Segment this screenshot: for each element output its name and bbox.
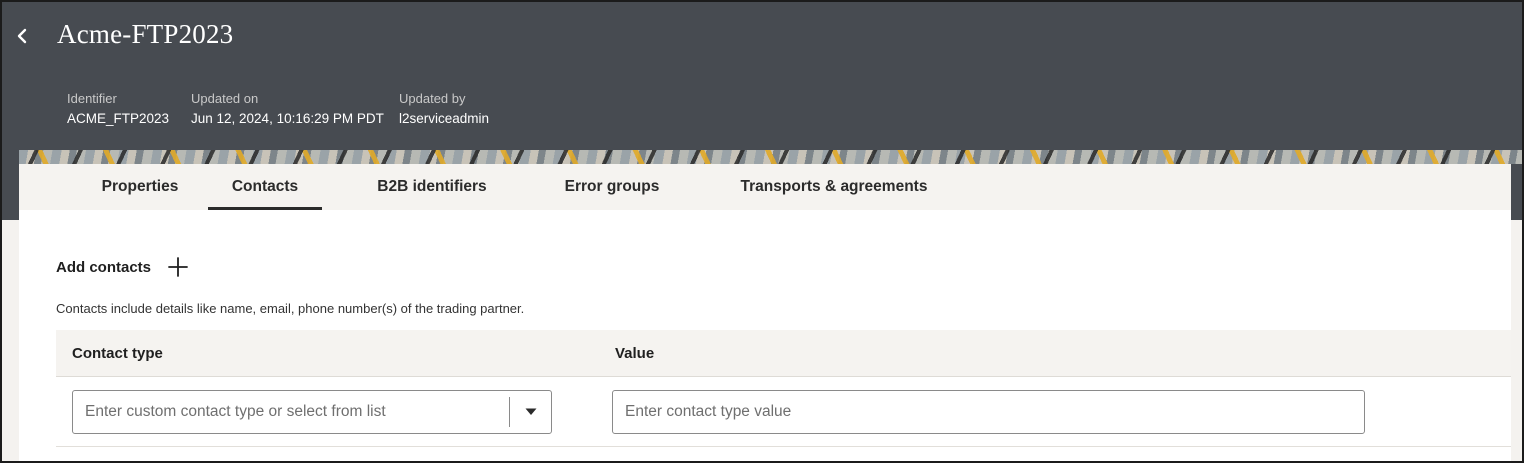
back-button[interactable] (12, 24, 32, 48)
meta-label: Identifier (67, 91, 117, 106)
chevron-left-icon (17, 28, 27, 44)
tab-properties[interactable]: Properties (73, 164, 207, 210)
contact-type-combobox[interactable] (72, 390, 552, 434)
tab-b2b-identifiers[interactable]: B2B identifiers (360, 164, 504, 210)
decorative-banner (19, 150, 1522, 164)
contact-value-field[interactable] (612, 390, 1365, 434)
contacts-helper-text: Contacts include details like name, emai… (56, 301, 525, 316)
page-title: Acme-FTP2023 (57, 19, 234, 49)
add-contacts-label: Add contacts (56, 258, 152, 276)
contact-type-input[interactable] (73, 391, 508, 433)
tab-contacts[interactable]: Contacts (208, 164, 322, 210)
contact-value-input[interactable] (613, 391, 1364, 433)
contact-type-dropdown-button[interactable] (510, 391, 552, 433)
meta-value: Jun 12, 2024, 10:16:29 PM PDT (191, 111, 384, 126)
meta-updated-by: Updated by l2serviceadmin (399, 91, 489, 127)
meta-label: Updated by (399, 91, 466, 106)
tab-error-groups[interactable]: Error groups (545, 164, 679, 210)
contacts-table: Contact type Value (56, 330, 1511, 461)
column-header-contact-type: Contact type (72, 345, 163, 362)
column-header-value: Value (615, 345, 655, 362)
meta-value: ACME_FTP2023 (67, 111, 170, 126)
caret-down-icon (525, 408, 537, 415)
meta-value: l2serviceadmin (399, 111, 490, 126)
tab-transports-agreements[interactable]: Transports & agreements (719, 164, 949, 210)
background-strip (2, 220, 19, 461)
meta-updated-on: Updated on Jun 12, 2024, 10:16:29 PM PDT (191, 91, 384, 127)
meta-identifier: Identifier ACME_FTP2023 (67, 91, 169, 127)
plus-icon (168, 257, 188, 277)
table-row (56, 377, 1511, 447)
app-frame: Acme-FTP2023 Identifier ACME_FTP2023 Upd… (0, 0, 1524, 463)
add-contact-button[interactable] (165, 254, 191, 280)
content-panel: Properties Contacts B2B identifiers Erro… (19, 164, 1511, 461)
add-contacts-row: Add contacts (56, 254, 191, 280)
table-header: Contact type Value (56, 330, 1511, 377)
meta-label: Updated on (191, 91, 259, 106)
tab-bar: Properties Contacts B2B identifiers Erro… (19, 164, 1511, 210)
